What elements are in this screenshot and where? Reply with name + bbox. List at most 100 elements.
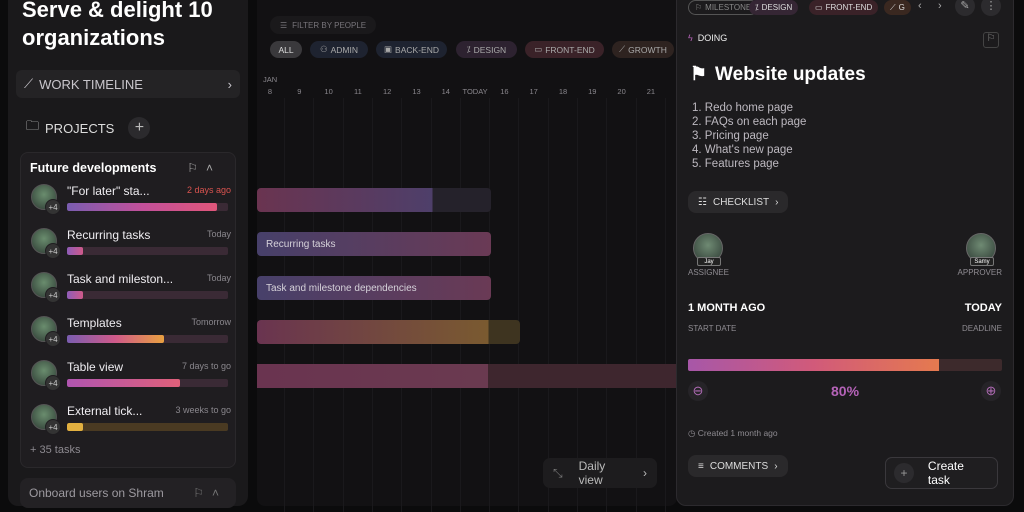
approver-label: APPROVER (957, 268, 1002, 277)
task-progress (67, 247, 228, 255)
day-label: 14 (441, 87, 450, 96)
tag-label: ALL (278, 44, 294, 55)
tag-filter-back-end[interactable]: ▣ BACK-END (376, 41, 447, 58)
status[interactable]: ϟ DOING (688, 33, 727, 43)
day-label: TODAY (462, 87, 488, 96)
task-item[interactable]: +4 External tick... 3 weeks to go (31, 404, 231, 444)
created-text: Created 1 month ago (697, 428, 778, 438)
day-label: 10 (324, 87, 333, 96)
filter-icon: ☰ (280, 20, 288, 30)
tag-filter-design[interactable]: ⁒ DESIGN (456, 41, 517, 58)
day-label: 20 (617, 87, 626, 96)
task-description[interactable]: 1. Redo home page 2. FAQs on each page 3. … (692, 101, 806, 171)
gantt-bar[interactable] (257, 364, 677, 388)
grid-line (635, 98, 637, 512)
task-name: Recurring tasks (67, 228, 151, 242)
filter-by-people[interactable]: ☰ FILTER BY PEOPLE (270, 16, 377, 34)
task-name: Task and mileston... (67, 272, 174, 286)
grid-line (284, 98, 285, 512)
deadline[interactable]: TODAY (965, 302, 1002, 314)
next-icon[interactable]: › (938, 0, 942, 12)
create-task-button[interactable]: + Create task (885, 457, 998, 489)
tag-filter-front-end[interactable]: ▭ FRONT-END (525, 41, 604, 58)
work-timeline-label: WORK TIMELINE (39, 76, 143, 92)
day-label: 16 (500, 87, 509, 96)
comments-button[interactable]: ≡ COMMENTS › (688, 455, 788, 477)
tag-filter-admin[interactable]: ⚇ ADMIN (310, 41, 368, 58)
assignee-avatar[interactable]: Jay (693, 233, 723, 266)
work-timeline-button[interactable]: ⟋ WORK TIMELINE › (16, 70, 240, 98)
tag-icon: ⚇ (319, 44, 328, 54)
day-label: 17 (529, 87, 538, 96)
task-tag[interactable]: ▭ FRONT-END (809, 0, 879, 15)
task-header: ⚑ Website updates (690, 63, 866, 86)
tag-icon: ⁒ (755, 3, 759, 12)
day-label: 18 (558, 87, 568, 96)
avatar-extra: +4 (45, 375, 61, 391)
task-progress (67, 335, 228, 343)
grid-line (518, 98, 520, 512)
tag-label: DESIGN (761, 3, 793, 12)
grid-line (342, 98, 344, 512)
day-label: 9 (297, 87, 302, 96)
gantt-bar[interactable] (257, 188, 491, 212)
gantt-bar[interactable] (257, 320, 520, 344)
task-name: Templates (67, 316, 122, 330)
tag-label: FRONT-END (545, 44, 595, 55)
checklist-button[interactable]: ☷ CHECKLIST › (688, 191, 789, 213)
flag-icon[interactable]: ⚐ (187, 161, 206, 175)
project-card: Future developments ⚐˄ +4 "For later" sta… (20, 152, 236, 468)
start-date[interactable]: 1 MONTH AGO (688, 302, 765, 314)
task-title[interactable]: Website updates (715, 64, 866, 86)
tag-icon: ⚐ (695, 3, 703, 12)
task-tag[interactable]: ⚐ MILESTONE (688, 0, 759, 15)
expand-icon: ⤡ (553, 465, 563, 480)
assignee-name: Jay (697, 257, 721, 266)
grid-line (313, 98, 315, 512)
task-item[interactable]: +4 Table view 7 days to go (31, 360, 231, 400)
tag-label: DESIGN (473, 44, 507, 55)
tag-icon: ⁒ (466, 44, 471, 54)
approver-name: Samy (970, 257, 994, 266)
avatar-extra: +4 (45, 331, 61, 347)
task-item[interactable]: +4 "For later" sta... 2 days ago (31, 184, 231, 224)
task-tag[interactable]: ⟋ G (884, 0, 911, 15)
tag-label: MILESTONE (705, 3, 752, 12)
task-tag[interactable]: ⁒ DESIGN (749, 0, 799, 15)
month-label: JAN (263, 75, 278, 84)
task-progress (67, 291, 228, 299)
task-item[interactable]: +4 Recurring tasks Today (31, 228, 231, 268)
flag-icon[interactable]: ⚐ (983, 32, 999, 48)
task-item[interactable]: +4 Task and mileston... Today (31, 272, 231, 312)
project-card-onboard[interactable]: Onboard users on Shram ⚐˄ (20, 478, 236, 508)
tag-filter-all[interactable]: ALL (270, 41, 302, 58)
increase-progress-button[interactable]: ⊕ (981, 381, 1001, 401)
avatar-extra: +4 (45, 419, 61, 435)
daily-view-button[interactable]: ⤡ Daily view › (543, 458, 657, 488)
tag-filter-growth[interactable]: ⟋ GROWTH (612, 41, 674, 58)
more-tasks-link[interactable]: + 35 tasks (30, 444, 80, 456)
project-name[interactable]: Future developments (30, 161, 156, 175)
avatar-extra: +4 (45, 243, 61, 259)
decrease-progress-button[interactable]: ⊖ (688, 381, 708, 401)
task-item[interactable]: +4 Templates Tomorrow (31, 316, 231, 356)
gantt-bar[interactable]: Recurring tasks (257, 232, 491, 256)
approver-avatar[interactable]: Samy (966, 233, 996, 266)
folder-icon: 🗀 (26, 118, 40, 133)
tag-label: FRONT-END (825, 3, 873, 12)
day-label: 11 (353, 87, 362, 96)
progress-percent: 80% (831, 383, 860, 399)
checklist-icon: ☷ (698, 196, 707, 208)
chevron-right-icon: › (227, 76, 232, 92)
flag-icon: ⚐˄ (193, 486, 227, 500)
tag-icon: ▭ (815, 3, 823, 12)
collapse-icon[interactable]: ˄ (206, 161, 221, 175)
prev-icon[interactable]: ‹ (918, 0, 922, 12)
gantt-bar[interactable]: Task and milestone dependencies (257, 276, 491, 300)
grid-line (371, 98, 373, 512)
tag-icon: ▭ (534, 44, 543, 54)
progress-bar[interactable] (688, 359, 1002, 371)
chevron-right-icon: › (774, 460, 778, 472)
filter-label: FILTER BY PEOPLE (292, 20, 367, 30)
add-project-button[interactable]: + (128, 117, 151, 139)
